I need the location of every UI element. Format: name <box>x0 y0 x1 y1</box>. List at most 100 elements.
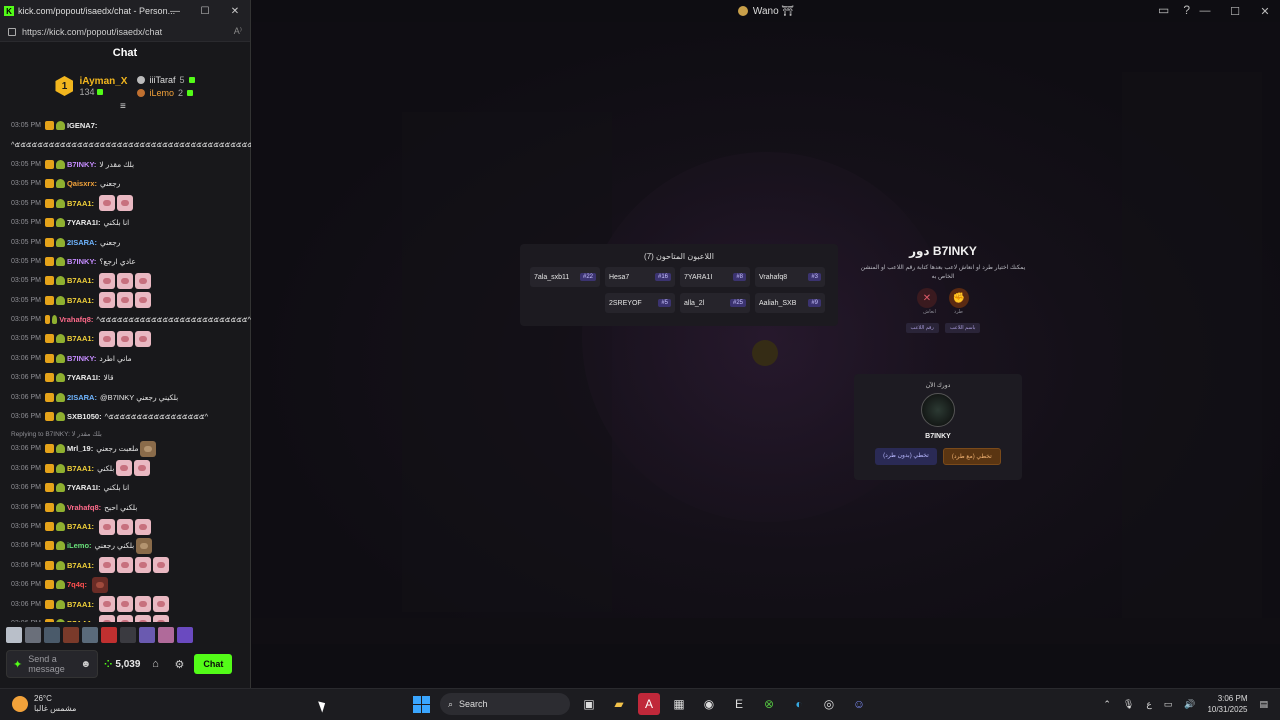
maximize-button[interactable]: ☐ <box>1220 0 1250 22</box>
store-icon[interactable]: ⌂ <box>146 658 164 670</box>
edge-icon[interactable]: ◐ <box>788 693 810 715</box>
microphone-icon[interactable]: 🎙 <box>1123 699 1134 710</box>
chat-message[interactable]: 03:06 PM Vrahafq8: بلكني احبح <box>11 497 251 516</box>
chat-message[interactable]: 03:05 PM B7AA1: <box>11 329 251 348</box>
close-button[interactable]: ✕ <box>1250 0 1280 22</box>
skip-with-kick-button[interactable]: تخطي (مع طرد) <box>942 448 1001 465</box>
chrome-icon[interactable]: ◎ <box>818 693 840 715</box>
chat-message[interactable]: 03:06 PM B7AA1: بلكني <box>11 459 251 478</box>
chevron-up-icon[interactable]: ⌃ <box>1103 699 1111 710</box>
chat-message[interactable]: 03:05 PM 7YARA1I: انا بلكني <box>11 213 251 232</box>
message-username[interactable]: Vrahafq8: <box>67 503 101 512</box>
chat-message[interactable]: 03:05 PM B7AA1: <box>11 271 251 290</box>
chat-message[interactable]: 03:05 PM Qaisxrx: رجعني <box>11 174 251 193</box>
message-username[interactable]: IGENA7: <box>67 121 97 130</box>
message-username[interactable]: B7AA1: <box>67 522 94 531</box>
chat-message[interactable]: 03:06 PM B7AA1: <box>11 594 251 613</box>
message-username[interactable]: 2ISARA: <box>67 393 97 402</box>
message-username[interactable]: B7AA1: <box>67 619 94 622</box>
chat-message[interactable]: 03:05 PM Vrahafq8: ^๕๕๕๕๕๕๕๕๕๕๕๕๕๕๕๕๕๕๕๕๕๕… <box>11 310 251 329</box>
chat-message-list[interactable]: 03:05 PM IGENA7: ^๕๕๕๕๕๕๕๕๕๕๕๕๕๕๕๕๕๕๕๕๕๕๕๕… <box>0 116 251 622</box>
app-icon[interactable]: A <box>638 693 660 715</box>
message-username[interactable]: Vrahafq8: <box>59 315 93 324</box>
message-username[interactable]: 7q4q: <box>67 580 87 589</box>
player-chip[interactable]: 7ala_sxb11 #22 <box>530 267 600 287</box>
steam-icon[interactable]: ◉ <box>698 693 720 715</box>
weather-widget[interactable]: 26°C مشمس غالبا <box>12 694 76 714</box>
help-icon[interactable]: ? <box>1183 3 1190 17</box>
chat-message[interactable]: 03:06 PM iLemo: بلكني رجعني <box>11 536 251 555</box>
leaderboard-name[interactable]: iLemo <box>149 88 174 98</box>
message-username[interactable]: 2ISARA: <box>67 238 97 247</box>
player-chip[interactable]: 7YARA1I #8 <box>680 267 750 287</box>
message-input[interactable]: ✦ Send a message ☻ <box>6 650 98 678</box>
skip-without-kick-button[interactable]: تخطي (بدون طرد) <box>875 448 937 465</box>
chat-message[interactable]: 03:06 PM B7AA1: <box>11 556 251 575</box>
xbox-icon[interactable]: ⊗ <box>758 693 780 715</box>
filter-icon[interactable]: ≡ <box>120 101 126 112</box>
maximize-button[interactable]: ☐ <box>190 0 220 22</box>
chat-message[interactable]: 03:05 PM 2ISARA: رجعني <box>11 232 251 251</box>
player-chip[interactable]: Vrahafq8 #3 <box>755 267 825 287</box>
chat-message[interactable]: 03:05 PM B7AA1: <box>11 194 251 213</box>
chat-message[interactable]: 03:06 PM 7YARA1I: قالا <box>11 368 251 387</box>
notification-icon[interactable]: ▤ <box>1259 699 1268 710</box>
emote-button[interactable] <box>120 627 136 643</box>
discord-icon[interactable]: ☺ <box>848 693 870 715</box>
emote-button[interactable] <box>6 627 22 643</box>
message-username[interactable]: B7AA1: <box>67 296 94 305</box>
channel-points[interactable]: ⁘ 5,039 <box>104 659 140 670</box>
message-username[interactable]: B7AA1: <box>67 334 94 343</box>
volume-icon[interactable]: 🔊 <box>1184 699 1195 710</box>
chat-message[interactable]: 03:06 PM 7YARA1I: انا بلكني <box>11 478 251 497</box>
url-bar[interactable]: https://kick.com/popout/isaedx/chat A⁾ <box>0 22 250 42</box>
epic-games-icon[interactable]: E <box>728 693 750 715</box>
file-explorer-icon[interactable]: ▰ <box>608 693 630 715</box>
read-aloud-icon[interactable]: A⁾ <box>234 26 242 37</box>
message-username[interactable]: 7YARA1I: <box>67 483 101 492</box>
kick-icon[interactable]: ✊ <box>949 288 969 308</box>
player-chip[interactable]: alla_2l #25 <box>680 293 750 313</box>
message-username[interactable]: B7AA1: <box>67 600 94 609</box>
chat-message[interactable]: ^๕๕๕๕๕๕๕๕๕๕๕๕๕๕๕๕๕๕๕๕๕๕๕๕๕๕๕๕๕๕๕๕๕๕๕๕๕๕๕… <box>11 135 251 154</box>
chat-message[interactable]: 03:05 PM B7INKY: بلك مقدر لا <box>11 155 251 174</box>
emote-button[interactable] <box>63 627 79 643</box>
clock[interactable]: 3:06 PM 10/31/2025 <box>1207 693 1247 715</box>
start-button[interactable] <box>410 693 432 715</box>
message-username[interactable]: B7AA1: <box>67 199 94 208</box>
minimize-button[interactable]: — <box>160 0 190 22</box>
message-username[interactable]: B7AA1: <box>67 276 94 285</box>
close-button[interactable]: ✕ <box>220 0 250 22</box>
message-username[interactable]: B7INKY: <box>67 354 96 363</box>
chat-message[interactable]: 03:06 PM Mrl_19: ملعبت رجعني <box>11 439 251 458</box>
language-indicator[interactable]: ع <box>1146 699 1151 710</box>
send-chat-button[interactable]: Chat <box>194 654 233 674</box>
message-username[interactable]: 7YARA1I: <box>67 373 101 382</box>
emote-button[interactable] <box>44 627 60 643</box>
leaderboard-name[interactable]: iAyman_X <box>79 76 127 87</box>
task-view-icon[interactable]: ▣ <box>578 693 600 715</box>
chat-message[interactable]: 03:05 PM B7INKY: عادي ارجع؟ <box>11 252 251 271</box>
taskbar-search[interactable]: ⌕ Search <box>440 693 570 715</box>
chat-message[interactable]: 03:05 PM B7AA1: <box>11 291 251 310</box>
chat-message[interactable]: 03:06 PM B7AA1: <box>11 517 251 536</box>
chat-message[interactable]: 03:06 PM B7AA1: <box>11 614 251 622</box>
gear-icon[interactable]: ⚙ <box>170 658 188 671</box>
message-username[interactable]: SXB1050: <box>67 412 102 421</box>
message-username[interactable]: B7INKY: <box>67 257 96 266</box>
emote-button[interactable] <box>101 627 117 643</box>
player-chip[interactable]: 2SREYOF #5 <box>605 293 675 313</box>
emote-button[interactable] <box>25 627 41 643</box>
message-username[interactable]: 7YARA1I: <box>67 218 101 227</box>
message-username[interactable]: iLemo: <box>67 541 92 550</box>
player-chip[interactable]: Aaliah_SXB #9 <box>755 293 825 313</box>
message-username[interactable]: B7INKY: <box>67 160 96 169</box>
emote-button[interactable] <box>139 627 155 643</box>
screen-icon[interactable]: ▭ <box>1158 3 1169 17</box>
chat-message[interactable]: 03:06 PM SXB1050: ^๕๕๕๕๕๕๕๕๕๕๕๕๕๕๕๕๕^ <box>11 407 251 426</box>
sparkle-icon[interactable]: ✦ <box>13 658 22 671</box>
emote-button[interactable] <box>177 627 193 643</box>
revive-icon[interactable]: ✕ <box>917 288 937 308</box>
emoji-icon[interactable]: ☻ <box>80 659 91 670</box>
message-username[interactable]: B7AA1: <box>67 464 94 473</box>
